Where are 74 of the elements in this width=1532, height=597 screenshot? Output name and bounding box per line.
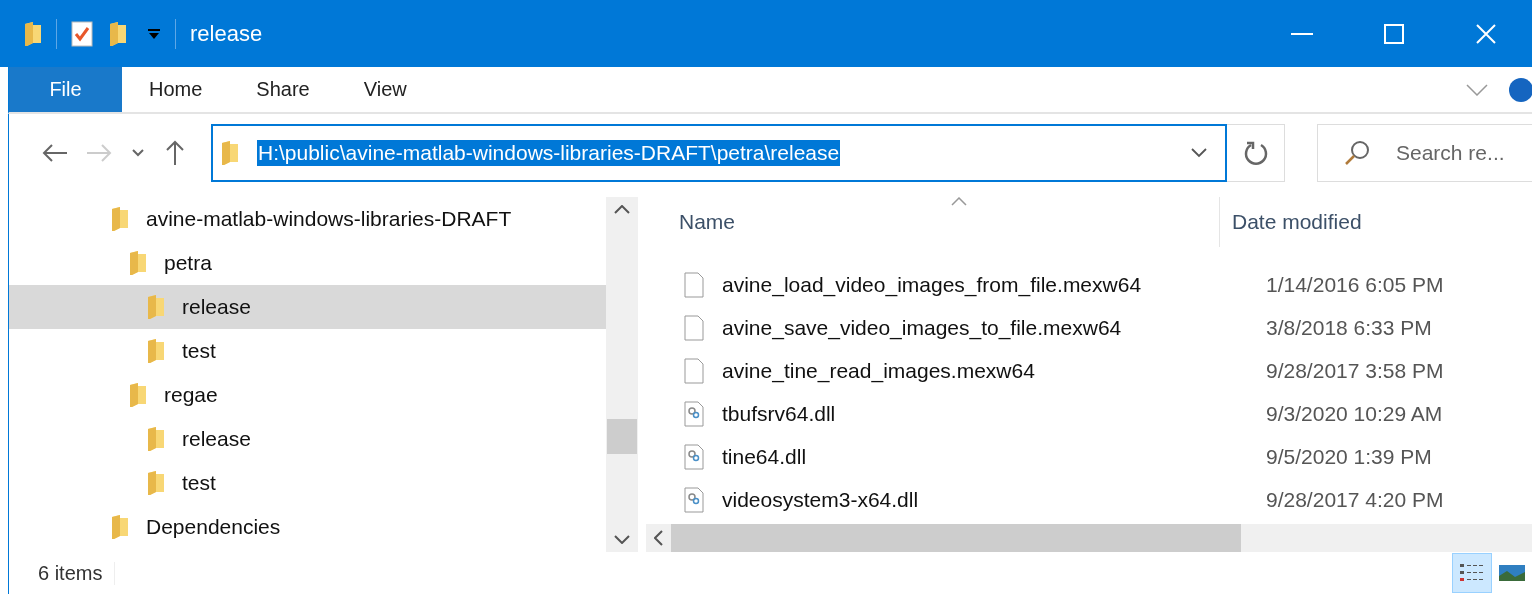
scroll-down-icon[interactable] [614,535,630,544]
tree-item[interactable]: test [9,461,606,505]
folder-icon [129,382,147,408]
tree-item[interactable]: release [9,285,606,329]
file-icon [684,357,704,384]
file-icon [684,271,704,298]
folder-icon [129,250,147,276]
file-row[interactable]: avine_save_video_images_to_file.mexw64 3/8/2018 6:33 PM [646,306,1532,349]
scroll-thumb[interactable] [671,524,1241,552]
dropdown-icon[interactable] [147,27,161,40]
search-icon [1344,140,1370,166]
folder-icon [111,514,129,540]
search-field[interactable]: Search re... [1317,124,1532,182]
properties-icon[interactable] [71,20,93,47]
date-modified: 3/8/2018 6:33 PM [1265,315,1432,340]
file-row[interactable]: tbufsrv64.dll 9/3/2020 10:29 AM [646,392,1532,435]
tree-item[interactable]: test [9,329,606,373]
column-header[interactable]: Date modified [1220,197,1362,247]
folder-icon [221,140,239,166]
details-view-button[interactable] [1452,553,1492,593]
refresh-button[interactable] [1227,124,1285,182]
file-row[interactable]: avine_tine_read_images.mexw64 9/28/2017 3:58 PM [646,349,1532,392]
column-header[interactable]: Name [646,197,1220,247]
folder-icon [147,294,165,320]
date-modified: 9/28/2017 4:20 PM [1265,487,1444,512]
file-name: tine64.dll [722,444,807,469]
refresh-icon [1243,140,1268,166]
file-name: avine_tine_read_images.mexw64 [722,358,1035,383]
file-name: avine_load_video_images_from_file.mexw64 [722,272,1142,297]
folder-icon [147,338,165,364]
folder-icon [147,470,165,496]
tree-item[interactable]: regae [9,373,606,417]
maximize-icon[interactable] [1384,23,1404,44]
gear-file-icon [684,400,704,427]
address-field[interactable]: H:\public\avine-matlab-windows-libraries-DRAFT\petra\release [211,124,1227,182]
scroll-up-icon[interactable] [614,205,630,214]
date-modified: 9/5/2020 1:39 PM [1265,444,1432,469]
up-arrow-icon[interactable] [166,140,184,166]
tree-item[interactable]: avine-matlab-windows-libraries-DRAFT [9,197,606,241]
horizontal-scrollbar[interactable] [646,524,1532,552]
file-row[interactable]: tine64.dll 9/5/2020 1:39 PM [646,435,1532,478]
window-title: release [190,20,263,47]
folder-icon [147,426,165,452]
scroll-left-icon[interactable] [654,530,663,546]
minimize-icon[interactable] [1291,32,1313,35]
file-name: avine_save_video_images_to_file.mexw64 [722,315,1122,340]
folder-icon [111,206,129,232]
ribbon-tab[interactable]: View [336,67,434,112]
file-row[interactable]: videosystem3-x64.dll 9/28/2017 4:20 PM [646,478,1532,521]
new-folder-icon [109,20,127,47]
recent-chevron-icon[interactable] [132,149,144,157]
close-icon[interactable] [1476,23,1496,44]
date-modified: 9/3/2020 10:29 AM [1265,401,1443,426]
folder-icon [24,20,42,47]
ribbon-tab[interactable]: Home [122,67,230,112]
tree-item[interactable]: release [9,417,606,461]
ribbon-tab[interactable]: Share [229,67,337,112]
date-modified: 9/28/2017 3:58 PM [1265,358,1444,383]
item-count: 6 items [38,561,116,585]
scroll-thumb[interactable] [607,419,637,454]
file-icon [684,314,704,341]
tree-item[interactable]: petra [9,241,606,285]
gear-file-icon [684,486,704,513]
expand-ribbon-icon[interactable] [1466,83,1488,96]
vertical-scrollbar[interactable] [606,197,638,552]
ribbon-tab[interactable]: File [9,67,122,112]
file-row[interactable]: avine_load_video_images_from_file.mexw64 1/14/2016 6:05 PM [646,263,1532,306]
date-modified: 1/14/2016 6:05 PM [1265,272,1444,297]
chevron-down-icon[interactable] [1191,148,1207,158]
tree-item[interactable]: Dependencies [9,505,606,549]
file-name: tbufsrv64.dll [722,401,836,426]
file-name: videosystem3-x64.dll [722,487,919,512]
gear-file-icon [684,443,704,470]
back-arrow-icon[interactable] [42,144,68,162]
